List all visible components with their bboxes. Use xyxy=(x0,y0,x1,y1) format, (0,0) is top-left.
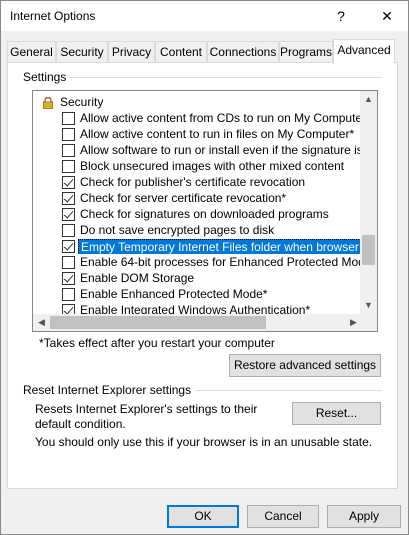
list-item-label: Enable Enhanced Protected Mode* xyxy=(80,287,268,301)
settings-group-label: Settings xyxy=(23,70,71,84)
window-title: Internet Options xyxy=(10,9,96,23)
help-icon[interactable]: ? xyxy=(321,1,361,31)
restart-note: *Takes effect after you restart your com… xyxy=(39,336,275,350)
checkbox[interactable] xyxy=(62,176,75,189)
checkbox[interactable] xyxy=(62,160,75,173)
reset-description: Resets Internet Explorer's settings to t… xyxy=(35,402,258,431)
list-item-label: Check for server certificate revocation* xyxy=(80,191,287,205)
vertical-scroll-thumb[interactable] xyxy=(362,235,375,265)
close-icon[interactable]: ✕ xyxy=(367,1,407,31)
internet-options-dialog: Internet Options ? ✕ General Security Pr… xyxy=(0,0,409,535)
scroll-down-icon[interactable]: ▼ xyxy=(360,297,377,314)
checkbox[interactable] xyxy=(62,288,75,301)
list-item-label: Allow active content to run in files on … xyxy=(80,127,355,141)
tab-general[interactable]: General xyxy=(7,41,56,63)
apply-button[interactable]: Apply xyxy=(327,505,401,528)
list-item[interactable]: Check for publisher's certificate revoca… xyxy=(33,174,362,190)
list-item[interactable]: Enable DOM Storage xyxy=(33,270,362,286)
title-bar: Internet Options ? ✕ xyxy=(1,1,408,31)
settings-group-line xyxy=(66,77,382,78)
tab-programs[interactable]: Programs xyxy=(279,41,333,63)
list-item[interactable]: Allow active content from CDs to run on … xyxy=(33,110,362,126)
list-item-label: Block unsecured images with other mixed … xyxy=(80,159,345,173)
checkbox[interactable] xyxy=(62,224,75,237)
reset-button[interactable]: Reset... xyxy=(292,402,381,425)
list-item[interactable]: Check for server certificate revocation* xyxy=(33,190,362,206)
list-item[interactable]: Allow active content to run in files on … xyxy=(33,126,362,142)
lock-icon xyxy=(43,97,53,109)
list-item-label: Enable 64-bit processes for Enhanced Pro… xyxy=(80,255,362,269)
reset-hint: You should only use this if your browser… xyxy=(35,435,373,449)
tab-security[interactable]: Security xyxy=(56,41,108,63)
checkbox[interactable] xyxy=(62,240,75,253)
list-item-label: Check for signatures on downloaded progr… xyxy=(80,207,329,221)
scroll-left-icon[interactable]: ◀ xyxy=(33,314,50,331)
list-item[interactable]: Do not save encrypted pages to disk xyxy=(33,222,362,238)
list-item-label: Check for publisher's certificate revoca… xyxy=(80,175,306,189)
tab-connections[interactable]: Connections xyxy=(207,41,279,63)
checkbox[interactable] xyxy=(62,128,75,141)
list-item-label: Empty Temporary Internet Files folder wh… xyxy=(78,239,362,254)
list-item[interactable]: Block unsecured images with other mixed … xyxy=(33,158,362,174)
list-item-label: Enable DOM Storage xyxy=(80,271,195,285)
category-security: Security xyxy=(33,94,362,110)
list-item[interactable]: Enable Enhanced Protected Mode* xyxy=(33,286,362,302)
tab-content[interactable]: Content xyxy=(155,41,207,63)
list-item-selected[interactable]: Empty Temporary Internet Files folder wh… xyxy=(33,238,362,254)
reset-group-line xyxy=(184,390,382,391)
scrollbar-corner xyxy=(360,314,377,331)
cancel-button[interactable]: Cancel xyxy=(247,505,319,528)
category-label: Security xyxy=(60,95,104,109)
checkbox[interactable] xyxy=(62,208,75,221)
list-item[interactable]: Allow software to run or install even if… xyxy=(33,142,362,158)
checkbox[interactable] xyxy=(62,144,75,157)
horizontal-scroll-thumb[interactable] xyxy=(50,316,266,329)
checkbox[interactable] xyxy=(62,256,75,269)
list-item-label: Allow software to run or install even if… xyxy=(80,143,362,157)
checkbox[interactable] xyxy=(62,112,75,125)
ok-button[interactable]: OK xyxy=(167,505,239,528)
list-item-label: Allow active content from CDs to run on … xyxy=(80,111,362,125)
tab-advanced[interactable]: Advanced xyxy=(333,39,395,64)
list-item-label: Do not save encrypted pages to disk xyxy=(80,223,275,237)
restore-advanced-settings-button[interactable]: Restore advanced settings xyxy=(229,354,381,377)
scroll-up-icon[interactable]: ▲ xyxy=(360,91,377,108)
reset-group-label: Reset Internet Explorer settings xyxy=(23,383,196,397)
checkbox[interactable] xyxy=(62,192,75,205)
vertical-scrollbar[interactable]: ▲ ▼ xyxy=(360,91,377,314)
settings-listbox[interactable]: Security Allow active content from CDs t… xyxy=(32,90,378,332)
list-item[interactable]: Check for signatures on downloaded progr… xyxy=(33,206,362,222)
tab-privacy[interactable]: Privacy xyxy=(108,41,155,63)
checkbox[interactable] xyxy=(62,272,75,285)
horizontal-scrollbar[interactable]: ◀ ▶ xyxy=(33,314,362,331)
list-item[interactable]: Enable 64-bit processes for Enhanced Pro… xyxy=(33,254,362,270)
